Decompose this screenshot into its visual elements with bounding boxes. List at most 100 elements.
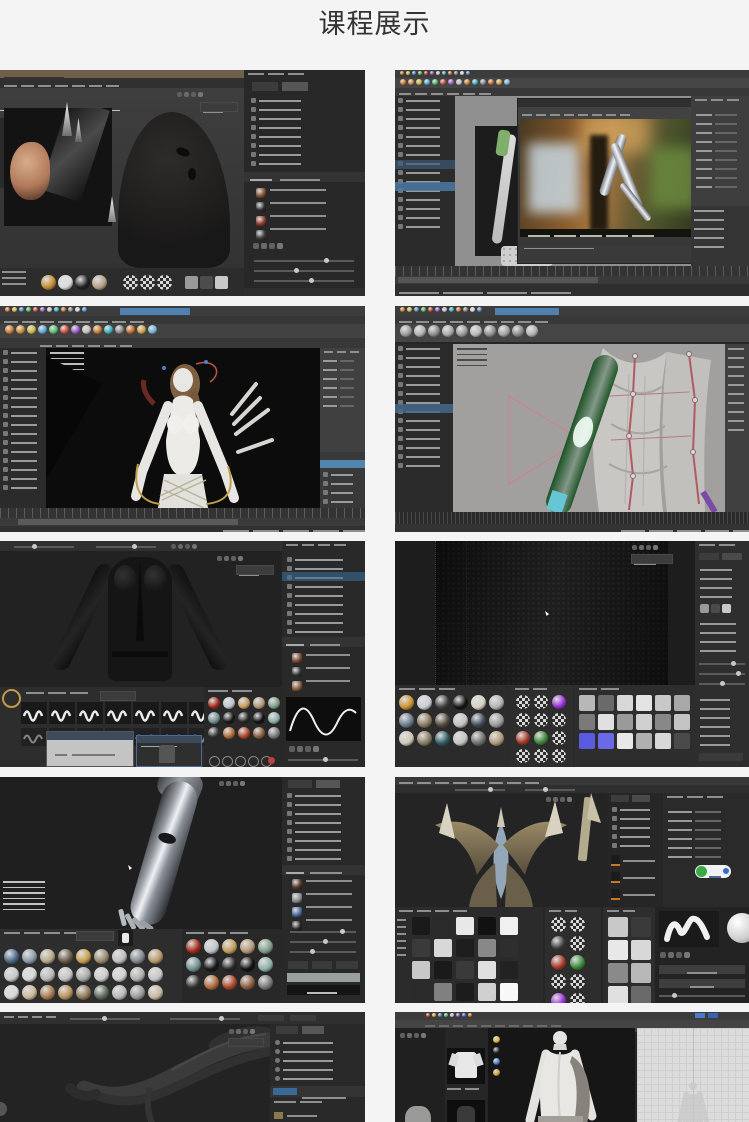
swatch bbox=[608, 940, 628, 960]
layers-tab-bar bbox=[244, 172, 365, 182]
layer-thumbs bbox=[290, 877, 304, 933]
camera-dropdown[interactable] bbox=[631, 554, 673, 564]
hood-tear bbox=[188, 168, 196, 180]
swatch bbox=[112, 967, 127, 982]
timeline[interactable] bbox=[395, 266, 749, 276]
range-slider[interactable] bbox=[395, 276, 749, 284]
belt bbox=[112, 651, 168, 657]
tab-b bbox=[282, 82, 308, 91]
swatch bbox=[551, 936, 566, 951]
chat-badge[interactable] bbox=[695, 865, 731, 878]
camera-dropdown[interactable] bbox=[236, 565, 274, 575]
search-box[interactable] bbox=[76, 931, 114, 941]
swatch bbox=[54, 307, 59, 312]
swatch bbox=[435, 713, 450, 728]
swatch bbox=[49, 325, 58, 334]
swatch bbox=[608, 963, 628, 983]
curve-editor[interactable] bbox=[286, 697, 361, 741]
swatch bbox=[68, 307, 73, 312]
avatar-back-model bbox=[488, 1028, 635, 1122]
folder-row[interactable] bbox=[274, 1112, 317, 1119]
button[interactable] bbox=[288, 961, 308, 969]
popup-color-window[interactable] bbox=[46, 731, 134, 767]
popup-image-window[interactable] bbox=[136, 735, 202, 767]
swatch bbox=[646, 545, 651, 550]
viewport-icons bbox=[218, 780, 246, 787]
chat-badge-green-icon bbox=[696, 866, 707, 877]
swatch bbox=[115, 325, 124, 334]
swatch bbox=[204, 975, 219, 990]
render-titlebar bbox=[518, 99, 714, 107]
active-mode-dropdown[interactable] bbox=[495, 308, 559, 315]
active-mode-dropdown[interactable] bbox=[120, 308, 190, 315]
brush-size-slider[interactable] bbox=[14, 546, 74, 548]
timeline-textured[interactable] bbox=[395, 512, 749, 524]
swatch bbox=[177, 92, 182, 97]
button[interactable] bbox=[312, 961, 332, 969]
swatch bbox=[157, 275, 172, 290]
swatch bbox=[570, 974, 585, 989]
texture-thumbs bbox=[184, 275, 238, 290]
screenshot-cloak-texturing bbox=[0, 1012, 365, 1122]
viewport-3d bbox=[395, 541, 695, 685]
swatch bbox=[407, 1033, 412, 1038]
tab-a bbox=[252, 82, 278, 91]
swatch bbox=[289, 746, 295, 752]
swatch bbox=[416, 79, 422, 85]
swatch bbox=[22, 949, 37, 964]
button[interactable] bbox=[336, 961, 358, 969]
swatch bbox=[82, 325, 91, 334]
layer-thumbs bbox=[254, 186, 268, 242]
selected-row bbox=[395, 404, 453, 413]
swatch bbox=[238, 727, 250, 739]
hood-highlight bbox=[40, 108, 110, 202]
swatch bbox=[636, 714, 652, 730]
swatch bbox=[27, 325, 36, 334]
swatch bbox=[292, 893, 302, 903]
swatch bbox=[412, 983, 430, 1001]
swatch bbox=[570, 936, 585, 951]
swatch bbox=[424, 79, 430, 85]
swatch bbox=[26, 307, 31, 312]
swatch bbox=[292, 921, 302, 931]
pattern-avatar-ghost bbox=[663, 1080, 723, 1122]
selected-row bbox=[395, 182, 455, 191]
swatch bbox=[700, 604, 709, 613]
swatch bbox=[40, 967, 55, 982]
shelf-labels bbox=[2, 271, 26, 285]
swatch bbox=[434, 917, 452, 935]
brush-size-slider[interactable] bbox=[70, 1018, 140, 1020]
swatch bbox=[674, 714, 690, 730]
brush-flow-slider[interactable] bbox=[96, 546, 156, 548]
swatch bbox=[253, 243, 259, 249]
checker-shelf bbox=[545, 907, 601, 1003]
swatch bbox=[438, 1013, 442, 1017]
command-line[interactable] bbox=[395, 284, 749, 296]
channel-toggles bbox=[272, 1038, 363, 1083]
swatch bbox=[516, 731, 530, 745]
swatch bbox=[442, 307, 447, 312]
texture-set-list bbox=[248, 96, 360, 168]
swatch bbox=[219, 781, 224, 786]
range-slider[interactable] bbox=[0, 518, 365, 526]
swatch bbox=[478, 917, 496, 935]
swatch bbox=[435, 307, 440, 312]
swatch bbox=[424, 71, 428, 75]
render-window bbox=[517, 98, 715, 264]
swatch bbox=[58, 949, 73, 964]
swatch bbox=[253, 727, 265, 739]
swatch bbox=[292, 681, 302, 691]
alphas-group bbox=[511, 685, 573, 767]
transport-controls[interactable] bbox=[208, 755, 273, 767]
swatch bbox=[512, 325, 524, 337]
swatch bbox=[192, 544, 197, 549]
swatch bbox=[456, 961, 474, 979]
swatch bbox=[504, 79, 510, 85]
timeline[interactable] bbox=[0, 508, 365, 518]
shelf-filter-dropdown[interactable] bbox=[100, 691, 136, 701]
camera-dropdown[interactable] bbox=[228, 1038, 264, 1047]
wide-light-bar[interactable] bbox=[287, 973, 360, 982]
brush-opacity-slider[interactable] bbox=[170, 1018, 240, 1020]
bake-button[interactable] bbox=[287, 985, 360, 995]
swatch bbox=[238, 556, 243, 561]
